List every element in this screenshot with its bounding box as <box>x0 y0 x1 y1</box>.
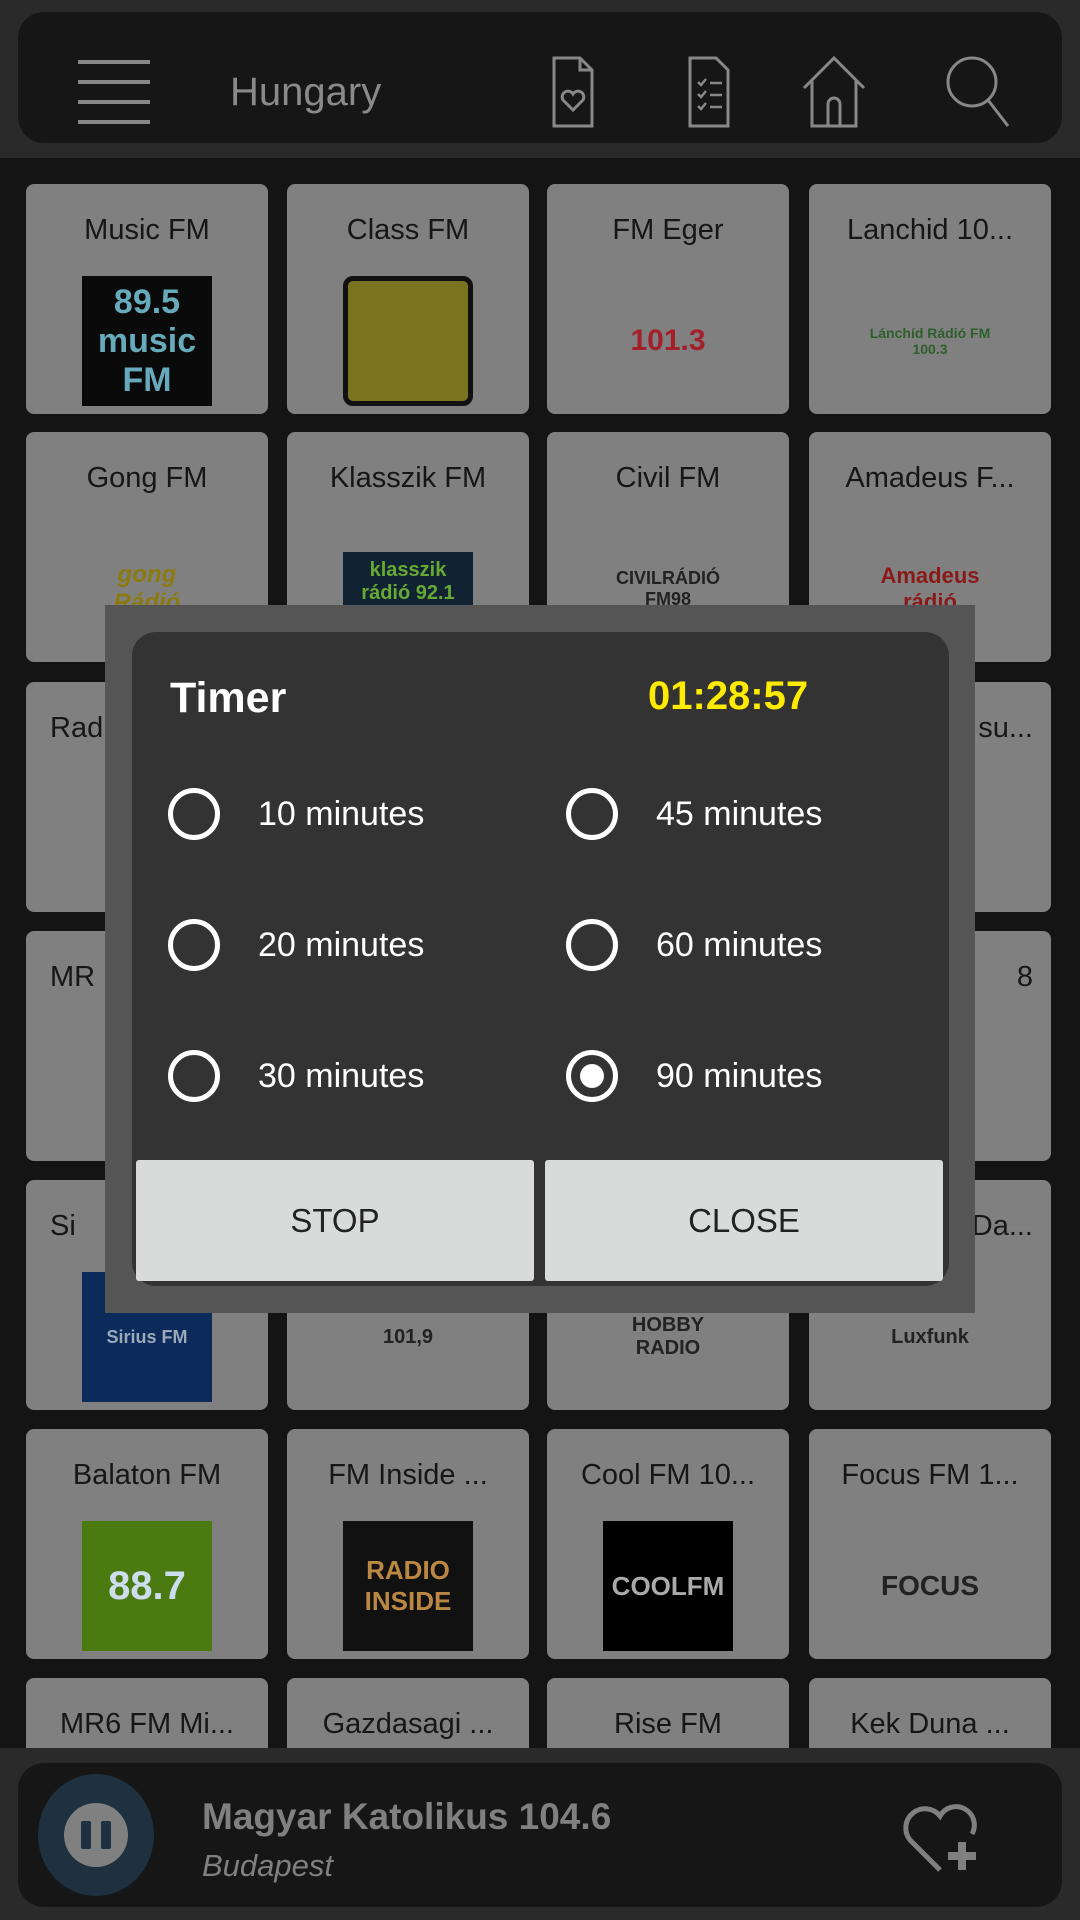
countdown-display: 01:28:57 <box>648 674 809 718</box>
search-icon[interactable] <box>942 52 1014 132</box>
station-logo: 89.5 music FM <box>82 276 212 406</box>
station-logo: RADIO INSIDE <box>343 1521 473 1651</box>
radio-button[interactable] <box>566 788 618 840</box>
station-name: MR6 FM Mi... <box>60 1708 234 1740</box>
station-tile[interactable]: Music FM 89.5 music FM <box>26 184 268 414</box>
timer-dialog: Timer 01:28:57 10 minutes 20 minutes 30 mi… <box>132 632 949 1286</box>
station-name: Gong FM <box>86 462 208 494</box>
timer-option[interactable]: 10 minutes <box>168 779 424 849</box>
station-name: FM Eger <box>612 214 724 246</box>
station-logo <box>343 276 473 406</box>
option-label: 30 minutes <box>258 1056 425 1095</box>
station-name: Class FM <box>346 214 470 246</box>
option-label: 90 minutes <box>656 1056 823 1095</box>
station-name: Gazdasagi ... <box>322 1708 494 1740</box>
stop-button[interactable]: STOP <box>136 1160 534 1281</box>
timer-option[interactable]: 45 minutes <box>566 779 822 849</box>
timer-option[interactable]: 30 minutes <box>168 1041 424 1111</box>
timer-option[interactable]: 90 minutes <box>566 1041 822 1111</box>
station-logo: 88.7 <box>82 1521 212 1651</box>
radio-button[interactable] <box>566 919 618 971</box>
menu-icon[interactable] <box>78 60 150 124</box>
option-label: 20 minutes <box>258 925 425 964</box>
station-name: FM Inside ... <box>328 1459 488 1491</box>
top-app-bar: Hungary <box>18 12 1062 143</box>
radio-button[interactable] <box>566 1050 618 1102</box>
timer-option[interactable]: 60 minutes <box>566 910 822 980</box>
station-name: Music FM <box>84 214 210 246</box>
now-playing-station: Magyar Katolikus 104.6 <box>202 1796 612 1837</box>
station-logo: klasszik rádió 92.1 <box>343 552 473 612</box>
dialog-title: Timer <box>170 674 287 722</box>
station-name: Amadeus F... <box>845 462 1015 494</box>
station-tile[interactable]: Cool FM 10... COOLFM <box>547 1429 789 1659</box>
option-label: 45 minutes <box>656 794 823 833</box>
station-tile[interactable]: FM Eger 101.3 <box>547 184 789 414</box>
station-name: Civil FM <box>615 462 721 494</box>
radio-button[interactable] <box>168 1050 220 1102</box>
close-button[interactable]: CLOSE <box>545 1160 943 1281</box>
station-name: Rise FM <box>614 1708 722 1740</box>
option-label: 10 minutes <box>258 794 425 833</box>
station-logo: Lánchíd Rádió FM 100.3 <box>869 325 991 357</box>
home-icon[interactable] <box>798 52 870 132</box>
station-name: Balaton FM <box>72 1459 222 1491</box>
station-logo: FOCUS <box>881 1570 979 1601</box>
station-tile[interactable]: Balaton FM 88.7 <box>26 1429 268 1659</box>
add-favorite-icon[interactable] <box>900 1798 986 1878</box>
station-name: Kek Duna ... <box>850 1708 1010 1740</box>
station-tile[interactable]: Focus FM 1... FOCUS <box>809 1429 1051 1659</box>
station-name: Cool FM 10... <box>580 1459 756 1491</box>
radio-button[interactable] <box>168 919 220 971</box>
station-tile[interactable]: FM Inside ... RADIO INSIDE <box>287 1429 529 1659</box>
favorites-file-icon[interactable] <box>534 52 606 132</box>
page-title: Hungary <box>230 70 382 114</box>
station-tile[interactable]: Class FM <box>287 184 529 414</box>
pause-button[interactable] <box>38 1774 154 1896</box>
checklist-icon[interactable] <box>670 52 742 132</box>
station-tile[interactable]: Lanchid 10... Lánchíd Rádió FM 100.3 <box>809 184 1051 414</box>
pause-icon <box>64 1803 128 1867</box>
station-name: Focus FM 1... <box>841 1459 1019 1491</box>
option-label: 60 minutes <box>656 925 823 964</box>
station-logo: COOLFM <box>603 1521 733 1651</box>
now-playing-city: Budapest <box>202 1848 333 1883</box>
station-name: Lanchid 10... <box>846 214 1014 246</box>
timer-option[interactable]: 20 minutes <box>168 910 424 980</box>
station-logo: 101.3 <box>630 324 706 357</box>
radio-button[interactable] <box>168 788 220 840</box>
station-name: Klasszik FM <box>329 462 487 494</box>
